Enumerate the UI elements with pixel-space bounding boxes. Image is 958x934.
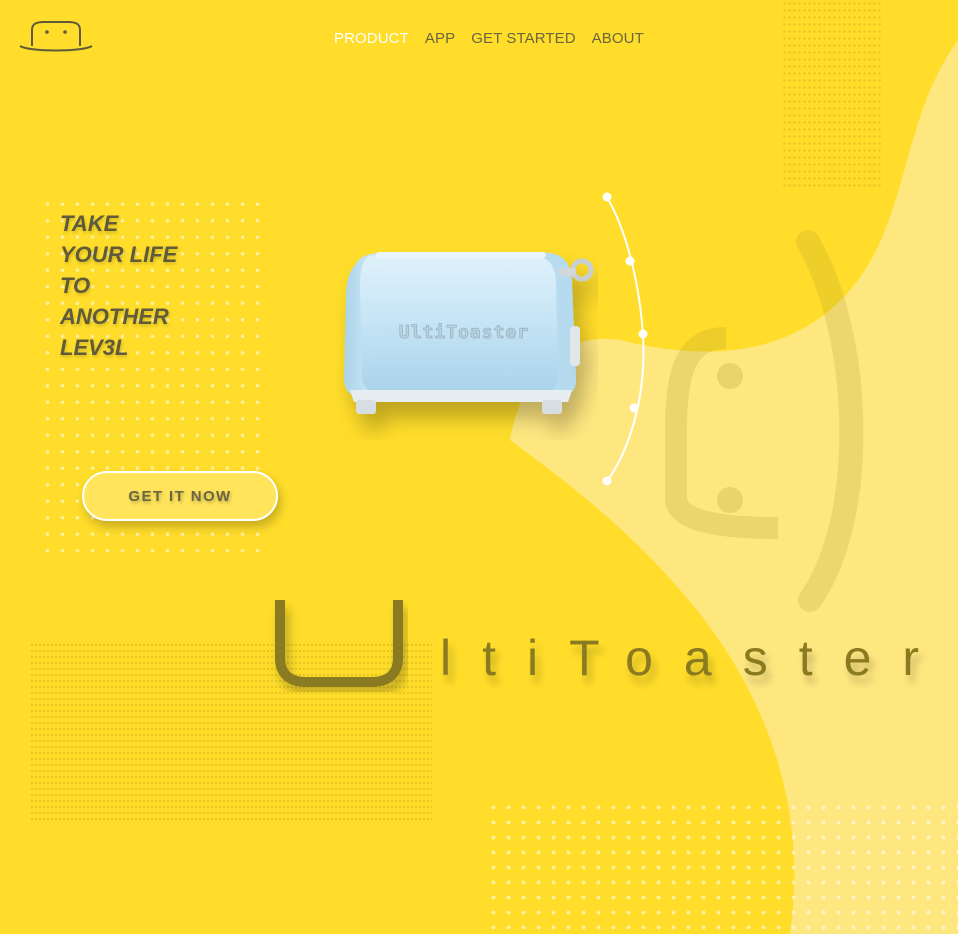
tagline-line: LEV3L (60, 335, 129, 360)
slider-dot[interactable] (629, 403, 639, 413)
nav-get-started[interactable]: GET STARTED (471, 30, 575, 47)
slider-dot[interactable] (602, 476, 612, 486)
slider-dot[interactable] (625, 256, 635, 266)
main-nav: PRODUCT APP GET STARTED ABOUT (334, 30, 644, 47)
hat-face-logo-icon[interactable] (18, 20, 94, 54)
dot-grid-bottom-right (486, 800, 958, 934)
nav-product[interactable]: PRODUCT (334, 30, 409, 47)
vertical-dot-slider-icon[interactable] (596, 188, 656, 490)
slider-dot[interactable] (602, 192, 612, 202)
slider-dot[interactable] (638, 329, 648, 339)
nav-app[interactable]: APP (425, 30, 455, 47)
tagline-line: ANOTHER (60, 304, 169, 329)
tagline-line: TO (60, 273, 91, 298)
toaster-label: UltiToaster (399, 322, 529, 343)
nav-about[interactable]: ABOUT (592, 30, 644, 47)
brand-letter-u (275, 600, 403, 687)
dot-grid-top-right (782, 0, 882, 188)
brand-wordmark: ltiToaster (440, 630, 951, 686)
tagline-line: YOUR LIFE (60, 242, 178, 267)
hero-tagline: TAKE YOUR LIFE TO ANOTHER LEV3L (60, 208, 260, 363)
smiley-face-decoration (665, 230, 864, 612)
get-it-now-button[interactable]: GET IT NOW (82, 471, 278, 521)
tagline-line: TAKE (60, 211, 119, 236)
toaster-product-image: UltiToaster (344, 252, 594, 414)
